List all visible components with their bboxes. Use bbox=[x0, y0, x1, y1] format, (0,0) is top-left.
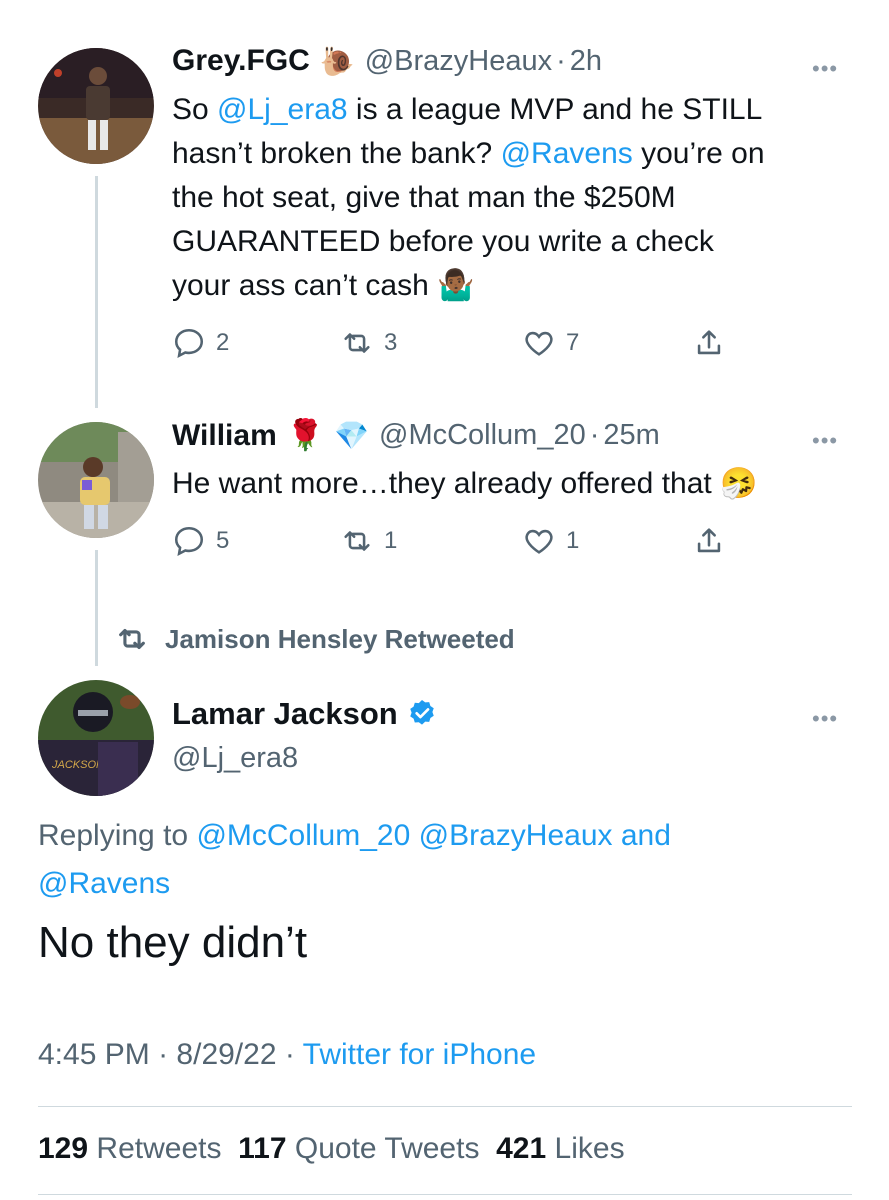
tweet1-text: So bbox=[172, 93, 218, 126]
main-author-handle[interactable]: @Lj_era8 bbox=[172, 742, 298, 775]
engagement-stats: 129 Retweets 117 Quote Tweets 421 Likes bbox=[38, 1132, 625, 1166]
thread-line bbox=[95, 550, 98, 666]
quote-tweets-stat[interactable]: 117 Quote Tweets bbox=[238, 1132, 479, 1165]
tweet2-author-name[interactable]: William bbox=[172, 419, 277, 453]
tweet2-body: He want more…they already offered that 🤧 bbox=[172, 462, 852, 506]
like-count: 7 bbox=[566, 329, 580, 356]
tweet1-text: hasn’t broken the bank? bbox=[172, 137, 501, 170]
main-tweet-text: No they didn’t bbox=[38, 918, 308, 967]
quote-tweets-count: 117 bbox=[238, 1132, 287, 1165]
tweet-metadata: 4:45 PM · 8/29/22 · Twitter for iPhone bbox=[38, 1038, 536, 1072]
tweet2-more-icon[interactable]: ••• bbox=[812, 428, 838, 454]
reply-button[interactable]: 2 bbox=[172, 326, 229, 360]
tweet1-actions: 2 3 7 bbox=[172, 326, 752, 366]
mention-ravens[interactable]: @Ravens bbox=[501, 137, 633, 170]
retweet-count: 1 bbox=[384, 527, 398, 554]
tweet1-author-name[interactable]: Grey.FGC bbox=[172, 44, 310, 78]
verified-badge-icon bbox=[410, 700, 434, 725]
avatar-grey-fgc[interactable] bbox=[38, 48, 154, 164]
heart-icon bbox=[525, 529, 553, 554]
tweet2-actions: 5 1 1 bbox=[172, 524, 752, 564]
like-count: 1 bbox=[566, 527, 580, 554]
rose-emoji: 🌹 bbox=[286, 419, 325, 452]
retweeted-by-label: Jamison Hensley Retweeted bbox=[165, 623, 515, 654]
avatar-image bbox=[38, 48, 154, 164]
retweets-count: 129 bbox=[38, 1132, 89, 1165]
retweet-count: 3 bbox=[384, 329, 398, 356]
tweet1-text: GUARANTEED before you write a check bbox=[172, 225, 714, 258]
tweet1-body: So @Lj_era8 is a league MVP and he STILL… bbox=[172, 88, 852, 308]
tweet2-time[interactable]: 25m bbox=[603, 419, 659, 452]
mention-ravens[interactable]: @Ravens bbox=[38, 867, 170, 900]
avatar-image bbox=[38, 422, 154, 538]
snail-emoji: 🐌 bbox=[319, 45, 355, 77]
retweets-label: Retweets bbox=[96, 1132, 222, 1165]
tweet1-text: you’re on bbox=[632, 137, 765, 170]
meta-sep: · bbox=[158, 1038, 169, 1071]
divider bbox=[38, 1106, 852, 1107]
heart-icon bbox=[525, 331, 553, 356]
retweeted-banner[interactable]: Jamison Hensley Retweeted bbox=[115, 622, 515, 656]
share-button[interactable] bbox=[692, 326, 726, 360]
meta-sep: · bbox=[284, 1038, 295, 1071]
divider bbox=[38, 1194, 852, 1195]
share-button[interactable] bbox=[692, 524, 726, 558]
tweet2-text: He want more…they already offered that bbox=[172, 467, 712, 500]
tweet2-header: William 🌹 💎 @McCollum_20 · 25m bbox=[172, 418, 660, 453]
replying-to-label: Replying to bbox=[38, 819, 197, 852]
likes-count: 421 bbox=[496, 1132, 547, 1165]
tweet1-text: is a league MVP and he STILL bbox=[347, 93, 763, 126]
tweet1-header: Grey.FGC 🐌 @BrazyHeaux · 2h bbox=[172, 44, 602, 78]
likes-stat[interactable]: 421 Likes bbox=[496, 1132, 624, 1165]
main-more-icon[interactable]: ••• bbox=[812, 706, 838, 732]
tweet1-time[interactable]: 2h bbox=[570, 45, 602, 78]
tweet1-text: your ass can’t cash bbox=[172, 269, 429, 302]
quote-tweets-label: Quote Tweets bbox=[294, 1132, 480, 1165]
replying-and-label[interactable]: and bbox=[613, 819, 671, 852]
mention-brazyheaux[interactable]: @BrazyHeaux bbox=[419, 819, 613, 852]
retweet-icon bbox=[344, 333, 370, 353]
tweet1-more-icon[interactable]: ••• bbox=[812, 56, 838, 82]
shrug-emoji: 🤷🏾‍♂️ bbox=[437, 269, 475, 302]
tweet2-author-handle[interactable]: @McCollum_20 bbox=[379, 419, 586, 452]
main-author-name[interactable]: Lamar Jackson bbox=[172, 696, 398, 732]
avatar-william[interactable] bbox=[38, 422, 154, 538]
share-icon bbox=[697, 528, 721, 553]
retweet-icon bbox=[344, 531, 370, 551]
retweets-stat[interactable]: 129 Retweets bbox=[38, 1132, 221, 1165]
avatar-image: JACKSON bbox=[38, 680, 154, 796]
like-button[interactable]: 7 bbox=[522, 326, 579, 360]
tweet-date[interactable]: 8/29/22 bbox=[176, 1038, 276, 1071]
tweet2-dot: · bbox=[589, 419, 600, 451]
mention-mccollum-20[interactable]: @McCollum_20 bbox=[196, 819, 410, 852]
retweet-button[interactable]: 1 bbox=[340, 524, 397, 558]
reply-button[interactable]: 5 bbox=[172, 524, 229, 558]
retweet-button[interactable]: 3 bbox=[340, 326, 397, 360]
tweet1-dot: · bbox=[556, 44, 566, 77]
likes-label: Likes bbox=[554, 1132, 625, 1165]
tweet-source-link[interactable]: Twitter for iPhone bbox=[303, 1038, 536, 1071]
avatar-lamar-jackson[interactable]: JACKSON bbox=[38, 680, 154, 796]
svg-text:JACKSON: JACKSON bbox=[51, 759, 104, 771]
main-author-row: Lamar Jackson bbox=[172, 696, 438, 732]
retweet-icon bbox=[119, 628, 145, 650]
replying-to: Replying to @McCollum_20 @BrazyHeaux and… bbox=[38, 812, 818, 908]
reply-icon bbox=[174, 328, 204, 359]
thread-line bbox=[95, 176, 98, 408]
reply-count: 2 bbox=[216, 329, 230, 356]
reply-count: 5 bbox=[216, 527, 230, 554]
reply-icon bbox=[174, 526, 204, 557]
tweet-time[interactable]: 4:45 PM bbox=[38, 1038, 150, 1071]
sneezing-emoji: 🤧 bbox=[720, 467, 758, 500]
share-icon bbox=[697, 330, 721, 355]
tweet1-author-handle[interactable]: @BrazyHeaux bbox=[365, 45, 552, 78]
gem-emoji: 💎 bbox=[334, 420, 369, 451]
tweet1-text: the hot seat, give that man the $250M bbox=[172, 181, 676, 214]
mention-lj-era8[interactable]: @Lj_era8 bbox=[217, 93, 348, 126]
like-button[interactable]: 1 bbox=[522, 524, 579, 558]
